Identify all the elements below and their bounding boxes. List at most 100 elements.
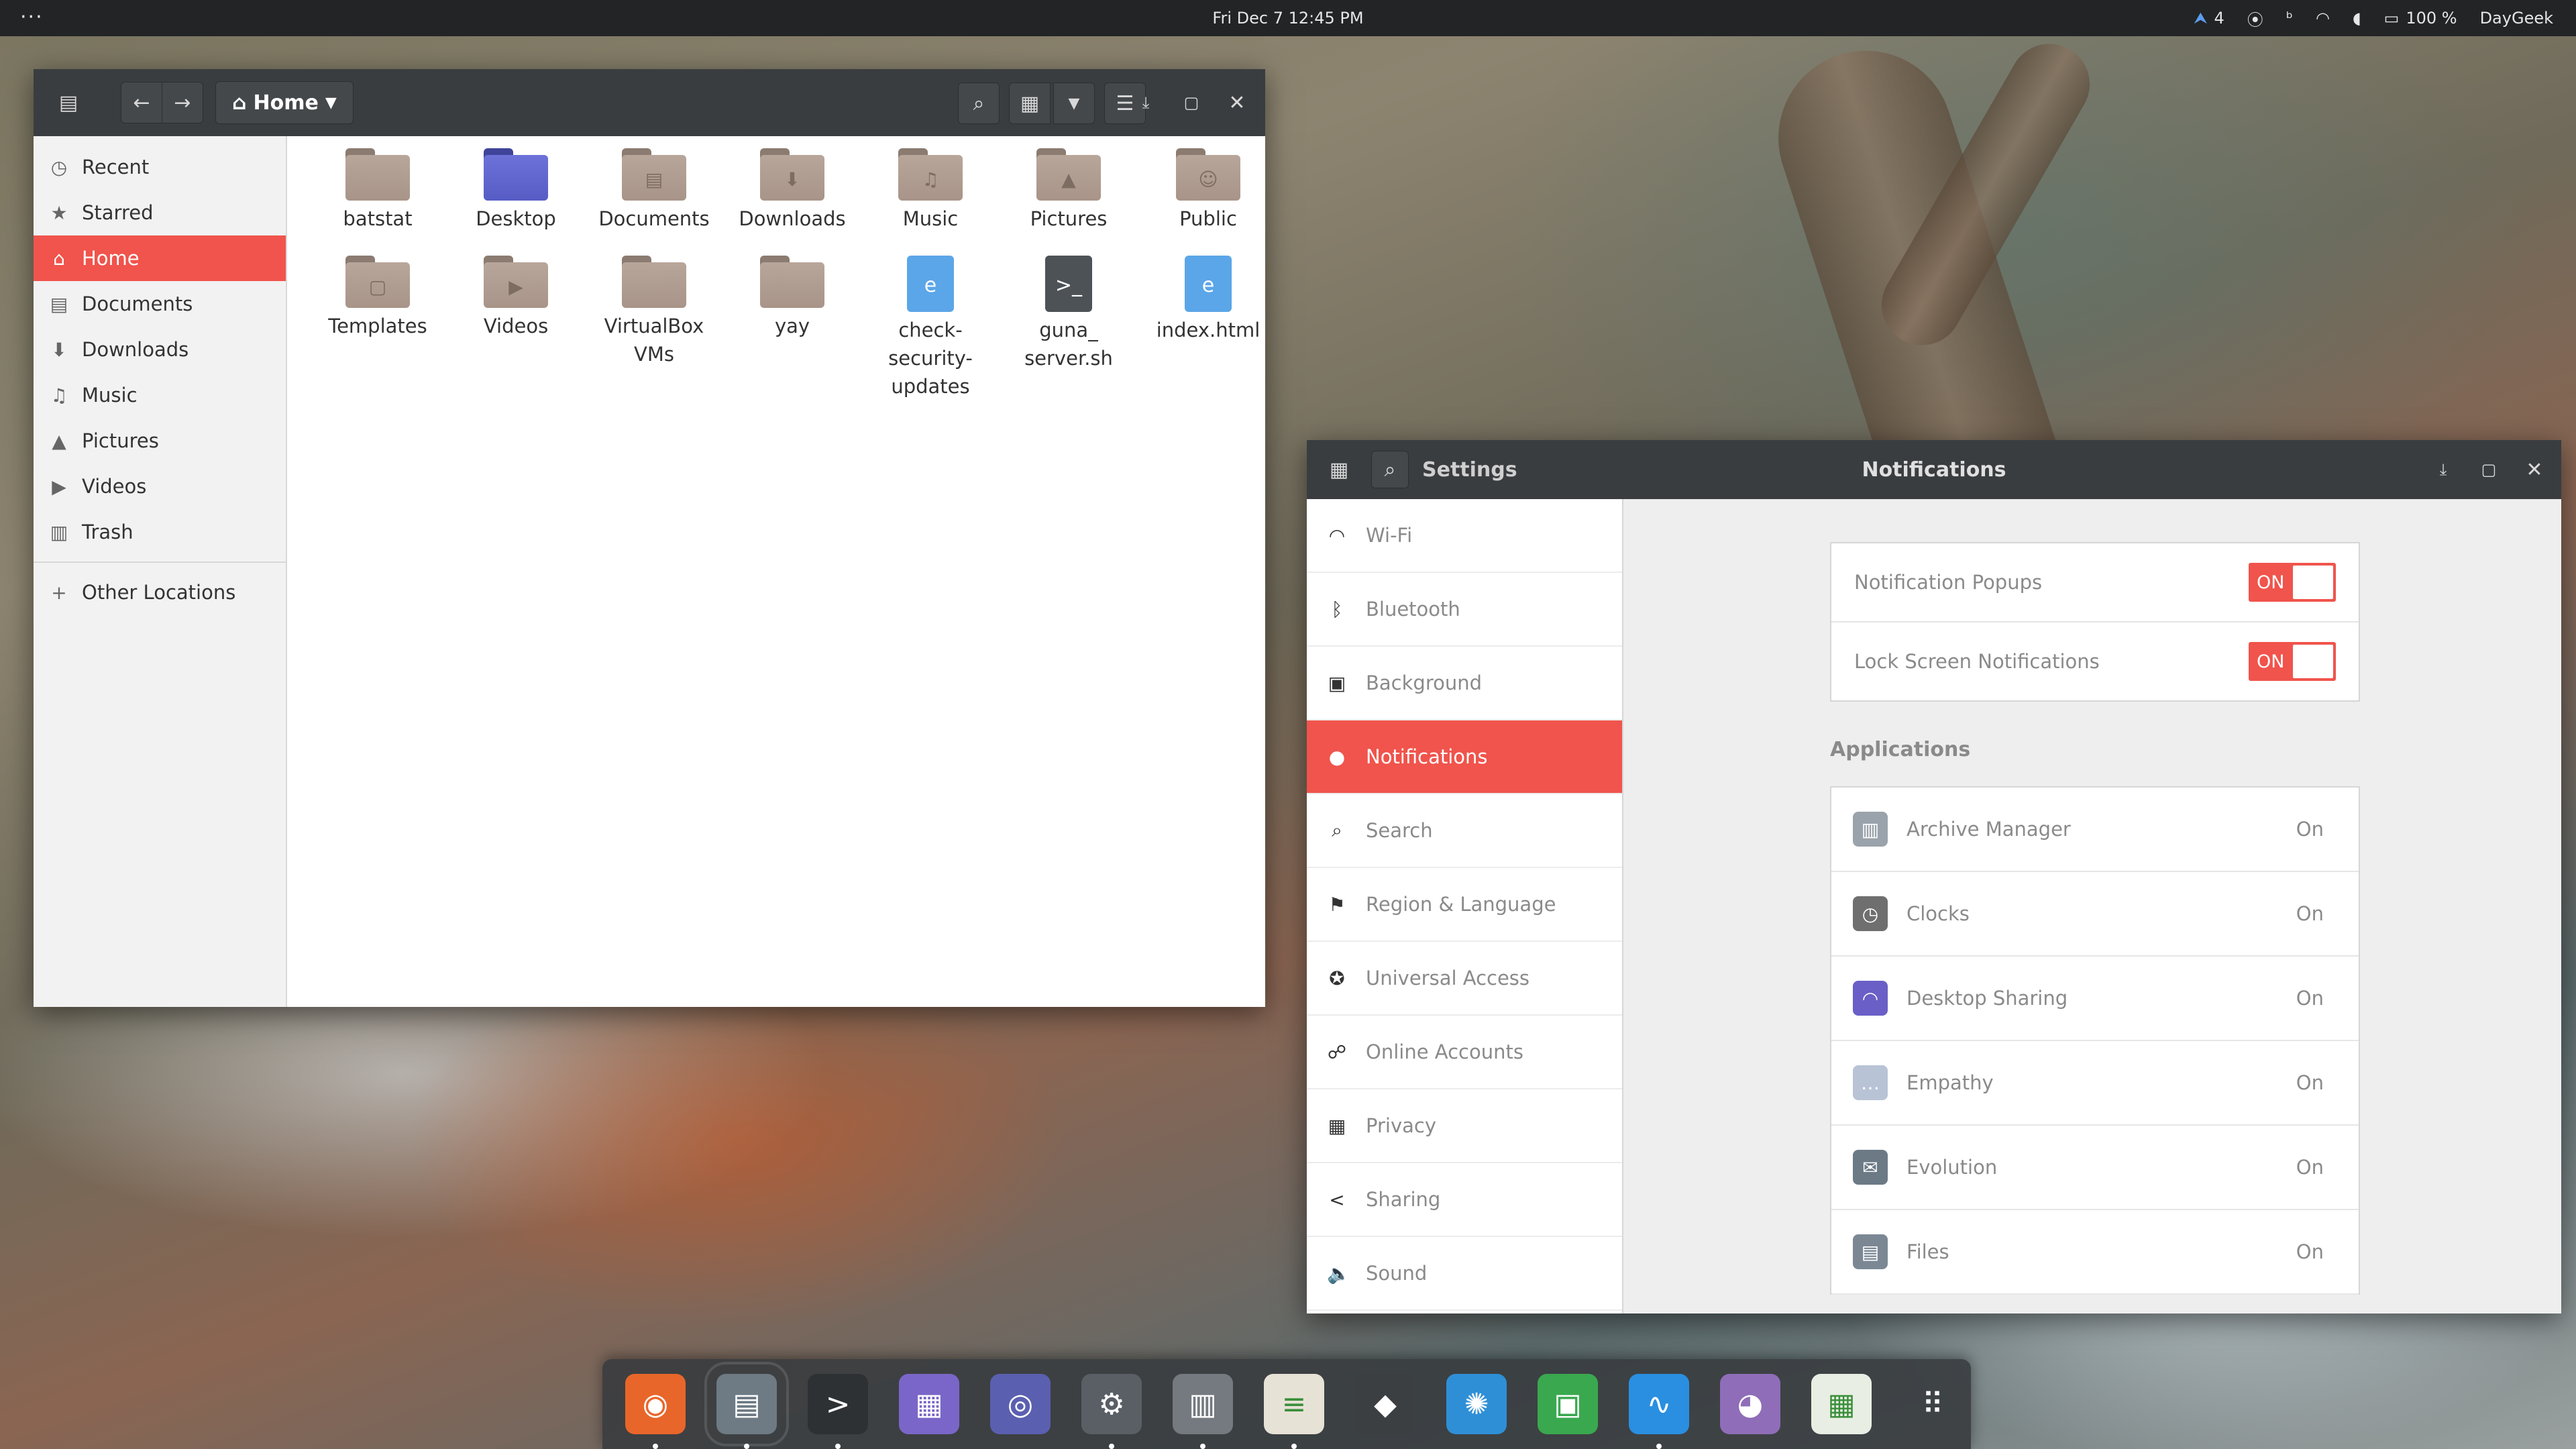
file-item[interactable]: e check-security-updates xyxy=(861,256,1000,400)
volume-icon[interactable]: ◖ xyxy=(2353,9,2361,28)
caffeine-icon[interactable]: ⦿ xyxy=(2247,7,2263,30)
dock-mixer-icon[interactable]: ▥ xyxy=(1173,1374,1233,1434)
app-row[interactable]: ✉ Evolution On xyxy=(1831,1126,2359,1210)
battery-indicator[interactable]: ▭ 100 % xyxy=(2384,9,2457,28)
app-row[interactable]: ◷ Clocks On xyxy=(1831,872,2359,957)
file-item[interactable]: yay xyxy=(723,256,861,340)
dock-paint-icon[interactable]: ◕ xyxy=(1720,1374,1780,1434)
dock-software-store-icon[interactable]: ▦ xyxy=(899,1374,959,1434)
switch-knob xyxy=(2293,645,2333,678)
settings-nav-universal-access[interactable]: ✪ Universal Access xyxy=(1307,942,1622,1016)
file-item[interactable]: ▲ Pictures xyxy=(1000,148,1138,233)
app-row[interactable]: ▤ Files On xyxy=(1831,1210,2359,1295)
file-item[interactable]: VirtualBox VMs xyxy=(585,256,723,368)
close-icon: ✕ xyxy=(2526,458,2543,482)
search-button[interactable]: ⌕ xyxy=(958,83,1000,124)
settings-search-button[interactable]: ⌕ xyxy=(1371,451,1409,488)
folder-icon: ▶ xyxy=(484,256,548,308)
grid-view-button[interactable]: ▦ xyxy=(1009,83,1051,124)
file-item[interactable]: ▢ Templates xyxy=(309,256,447,340)
file-item[interactable]: ♫ Music xyxy=(861,148,1000,233)
maximize-button[interactable]: ▢ xyxy=(2469,449,2509,490)
view-controls: ⌕ ▦ ▼ ☰ xyxy=(958,83,1146,124)
trash-icon: ▥ xyxy=(50,521,68,543)
sidebar-item-downloads[interactable]: ⬇ Downloads xyxy=(34,327,286,372)
settings-nav-privacy[interactable]: ▦ Privacy xyxy=(1307,1089,1622,1163)
settings-nav-background[interactable]: ▣ Background xyxy=(1307,647,1622,720)
dock-system-monitor-icon[interactable]: ∿ xyxy=(1629,1374,1689,1434)
sidebar-item-pictures[interactable]: ▲ Pictures xyxy=(34,418,286,464)
back-button[interactable]: ← xyxy=(121,82,162,123)
app-icon: ▤ xyxy=(1853,1234,1888,1269)
settings-headerbar: ▦ ⌕ Settings Notifications ⤓ ▢ ✕ xyxy=(1307,440,2561,499)
bing-icon[interactable]: ᵇ xyxy=(2286,9,2293,28)
file-item[interactable]: ▶ Videos xyxy=(447,256,585,340)
settings-nav-notifications[interactable]: ● Notifications xyxy=(1307,720,1622,794)
settings-nav-region-language[interactable]: ⚑ Region & Language xyxy=(1307,868,1622,942)
settings-nav-bluetooth[interactable]: ᛒ Bluetooth xyxy=(1307,573,1622,647)
wifi-icon[interactable]: ◠ xyxy=(2316,9,2330,28)
forward-button[interactable]: → xyxy=(162,82,203,123)
activities-menu[interactable]: ··· xyxy=(20,5,44,29)
view-options-button[interactable]: ▼ xyxy=(1053,83,1095,124)
app-name: Clocks xyxy=(1907,902,1970,925)
dock-text-editor-icon[interactable]: ≡ xyxy=(1264,1374,1324,1434)
app-row[interactable]: … Empathy On xyxy=(1831,1041,2359,1126)
sidebar-item-documents[interactable]: ▤ Documents xyxy=(34,281,286,327)
sidebar-item-home[interactable]: ⌂ Home xyxy=(34,235,286,281)
sidebar-item-other-locations[interactable]: + Other Locations xyxy=(34,570,286,615)
dock-settings-icon[interactable]: ⚙ xyxy=(1081,1374,1142,1434)
settings-nav-sharing[interactable]: < Sharing xyxy=(1307,1163,1622,1237)
dock-files-icon[interactable]: ▤ xyxy=(704,1362,789,1446)
sidebar-item-recent[interactable]: ◷ Recent xyxy=(34,144,286,190)
file-item[interactable]: >_ guna_ server.sh xyxy=(1000,256,1138,372)
settings-menu-icon[interactable]: ▦ xyxy=(1319,449,1359,490)
toggle-row: Notification Popups ON xyxy=(1831,543,2359,623)
maximize-button[interactable]: ▢ xyxy=(1171,83,1212,123)
minimize-button[interactable]: ⤓ xyxy=(2423,449,2463,490)
sidebar-item-trash[interactable]: ▥ Trash xyxy=(34,509,286,555)
minimize-button[interactable]: ⤓ xyxy=(1126,83,1166,123)
sound-icon: 🔈 xyxy=(1327,1262,1350,1285)
user-menu[interactable]: DayGeek xyxy=(2480,9,2553,28)
file-item[interactable]: ☺ Public xyxy=(1139,148,1277,233)
app-row[interactable]: ◠ Desktop Sharing On xyxy=(1831,957,2359,1041)
file-name: yay xyxy=(774,315,810,337)
settings-nav-sound[interactable]: 🔈 Sound xyxy=(1307,1237,1622,1311)
sidebar-toggle-icon[interactable]: ▤ xyxy=(48,83,89,123)
dock-inkscape-icon[interactable]: ◆ xyxy=(1355,1374,1415,1434)
updates-indicator[interactable]: ⮝ 4 xyxy=(2194,9,2224,28)
dock-disk-usage-icon[interactable]: ◎ xyxy=(990,1374,1051,1434)
settings-nav-wi-fi[interactable]: ◠ Wi-Fi xyxy=(1307,499,1622,573)
dock-firefox-icon[interactable]: ◉ xyxy=(625,1374,686,1434)
dock-spreadsheet-icon[interactable]: ▦ xyxy=(1811,1374,1872,1434)
dock-shutter-icon[interactable]: ✺ xyxy=(1446,1374,1507,1434)
file-item[interactable]: batstat xyxy=(309,148,447,233)
sidebar-item-videos[interactable]: ▶ Videos xyxy=(34,464,286,509)
dock-app-grid-icon[interactable]: ⠿ xyxy=(1902,1374,1963,1434)
close-button[interactable]: ✕ xyxy=(2514,449,2555,490)
sidebar-item-music[interactable]: ♫ Music xyxy=(34,372,286,418)
window-controls: ⤓ ▢ ✕ xyxy=(1126,83,1257,123)
dock: ◉ ▤ > ▦ ◎ ⚙ ▥ ≡ ◆ ✺ ▣ ∿ ◕ ▦ ⠿ xyxy=(602,1359,1971,1449)
on-off-switch[interactable]: ON xyxy=(2249,642,2336,681)
close-button[interactable]: ✕ xyxy=(1217,83,1257,123)
app-row[interactable]: ▥ Archive Manager On xyxy=(1831,788,2359,872)
on-off-switch[interactable]: ON xyxy=(2249,563,2336,602)
file-item[interactable]: ▤ Documents xyxy=(585,148,723,233)
file-item[interactable]: ⬇ Downloads xyxy=(723,148,861,233)
sidebar-item-starred[interactable]: ★ Starred xyxy=(34,190,286,235)
dock-presentation-icon[interactable]: ▣ xyxy=(1538,1374,1598,1434)
dock-terminal-icon[interactable]: > xyxy=(808,1374,868,1434)
app-icon: ▥ xyxy=(1853,812,1888,847)
notifications-panel: Notification Popups ON Lock Screen Notific… xyxy=(1623,499,2561,1313)
maximize-icon: ▢ xyxy=(1183,93,1199,112)
grid-icon: ▦ xyxy=(1020,91,1040,115)
file-item[interactable]: e index.html xyxy=(1139,256,1277,344)
running-indicator xyxy=(835,1444,841,1449)
settings-nav-online-accounts[interactable]: ☍ Online Accounts xyxy=(1307,1016,1622,1089)
settings-nav-search[interactable]: ⌕ Search xyxy=(1307,794,1622,868)
clock[interactable]: Fri Dec 7 12:45 PM xyxy=(0,9,2576,28)
path-bar-home[interactable]: ⌂ Home ▼ xyxy=(215,81,354,124)
file-item[interactable]: Desktop xyxy=(447,148,585,233)
